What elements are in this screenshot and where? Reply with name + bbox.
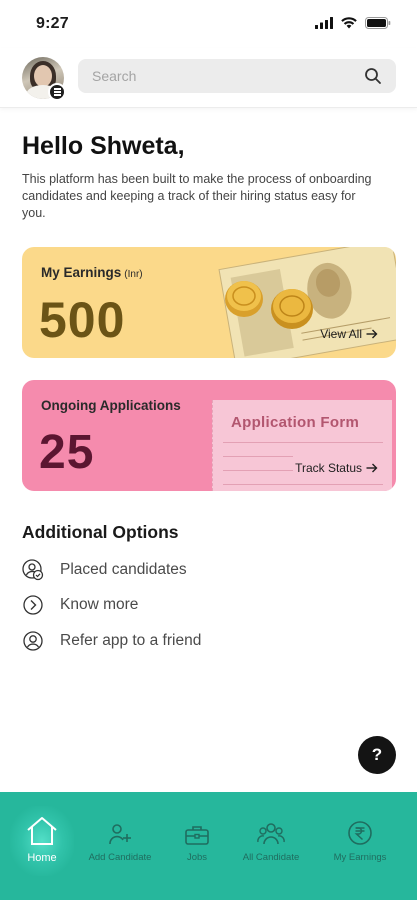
earnings-unit: (Inr) <box>124 269 143 280</box>
nav-home[interactable]: Home <box>2 806 82 876</box>
rupee-icon <box>348 821 372 845</box>
option-refer-friend[interactable]: Refer app to a friend <box>22 629 322 653</box>
signal-icon <box>315 17 333 29</box>
money-illustration <box>218 247 396 358</box>
option-label: Placed candidates <box>60 561 187 578</box>
view-all-link[interactable]: View All <box>320 327 378 341</box>
add-user-icon <box>109 824 131 845</box>
arrow-right-icon <box>366 329 378 339</box>
application-form-illustration: Application Form <box>212 400 392 491</box>
nav-label: All Candidate <box>242 852 300 863</box>
greeting-title: Hello Shweta, <box>22 132 185 160</box>
placed-candidates-icon <box>22 559 44 581</box>
status-time: 9:27 <box>36 15 69 32</box>
earnings-title-text: My Earnings <box>41 265 122 280</box>
refer-friend-icon <box>22 630 44 652</box>
nav-label: My Earnings <box>333 852 387 863</box>
option-label: Refer app to a friend <box>60 632 202 649</box>
option-placed-candidates[interactable]: Placed candidates <box>22 558 322 582</box>
option-know-more[interactable]: Know more <box>22 593 322 617</box>
nav-label: Home <box>27 852 57 864</box>
briefcase-icon <box>185 826 209 845</box>
app-header <box>0 48 417 108</box>
search-icon[interactable] <box>364 67 382 85</box>
status-icons <box>315 17 391 29</box>
search-input[interactable] <box>92 59 352 93</box>
status-bar: 9:27 <box>0 0 417 48</box>
track-status-link[interactable]: Track Status <box>295 461 378 475</box>
battery-icon <box>365 17 391 29</box>
nav-label: Add Candidate <box>88 852 152 863</box>
wifi-icon <box>341 17 357 29</box>
group-icon <box>257 823 285 845</box>
avatar[interactable] <box>22 57 66 101</box>
menu-icon[interactable] <box>48 83 66 101</box>
bottom-nav: Home Add Candidate Jobs All Candidate My… <box>0 792 417 900</box>
search-bar[interactable] <box>78 59 396 93</box>
earnings-card[interactable]: My Earnings (Inr) 500 View All <box>22 247 396 358</box>
earnings-value: 500 <box>39 292 126 348</box>
help-button[interactable]: ? <box>358 736 396 774</box>
form-title: Application Form <box>231 414 360 431</box>
intro-text: This platform has been built to make the… <box>22 172 372 220</box>
track-status-label: Track Status <box>295 461 362 475</box>
arrow-right-icon <box>366 463 378 473</box>
nav-jobs[interactable]: Jobs <box>157 816 237 876</box>
nav-my-earnings[interactable]: My Earnings <box>320 816 400 876</box>
chevron-circle-icon <box>22 594 44 616</box>
additional-options-title: Additional Options <box>22 522 179 542</box>
nav-add-candidate[interactable]: Add Candidate <box>80 816 160 876</box>
home-icon <box>27 817 57 845</box>
view-all-label: View All <box>320 327 362 341</box>
help-icon: ? <box>371 745 383 764</box>
nav-label: Jobs <box>186 852 208 863</box>
option-label: Know more <box>60 596 139 613</box>
applications-value: 25 <box>39 426 95 479</box>
nav-all-candidate[interactable]: All Candidate <box>231 816 311 876</box>
earnings-title: My Earnings (Inr) <box>41 265 143 280</box>
applications-card[interactable]: Application Form Ongoing Applications 25… <box>22 380 396 491</box>
applications-title: Ongoing Applications <box>41 398 181 413</box>
